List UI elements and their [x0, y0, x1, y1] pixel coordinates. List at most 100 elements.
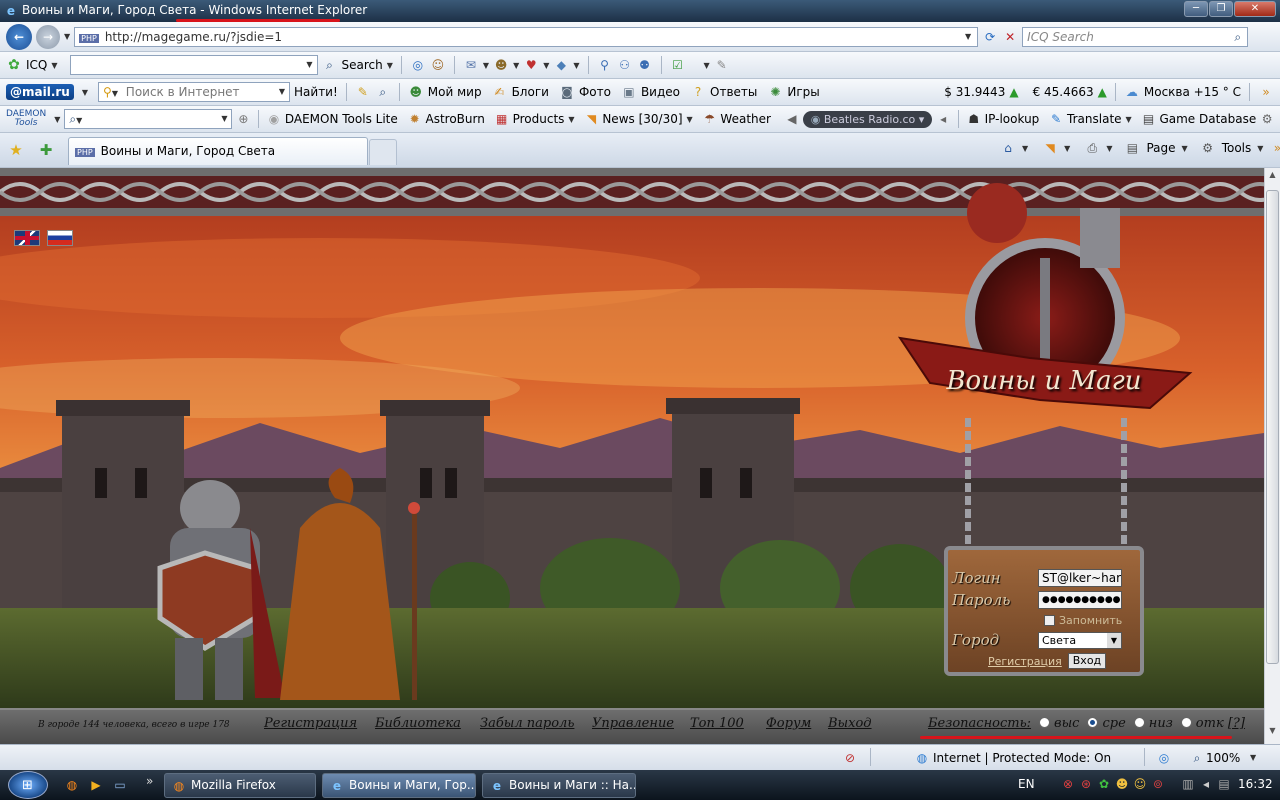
attach-icon[interactable]: ✎ [714, 57, 730, 73]
footer-link-forum[interactable]: Форум [766, 716, 811, 731]
icq-menu[interactable]: ICQ [26, 58, 47, 72]
firefox-quicklaunch-icon[interactable]: ◍ [64, 777, 80, 793]
mailru-link-moy-mir[interactable]: Мой мир [428, 85, 482, 99]
chevron-icon[interactable]: » [1269, 140, 1280, 156]
cards-icon[interactable]: ♥ [523, 57, 539, 73]
scroll-thumb[interactable] [1266, 190, 1279, 664]
chevron-icon[interactable]: » [1258, 84, 1274, 100]
vertical-scrollbar[interactable]: ▲ ▼ [1264, 168, 1280, 744]
security-radio-medium[interactable] [1087, 717, 1099, 728]
people-icon[interactable]: ☺ [430, 57, 446, 73]
footer-link-registration[interactable]: Регистрация [264, 716, 357, 731]
login-input[interactable]: ST@lker~har [1038, 569, 1122, 587]
tray-agent-icon[interactable]: ☻ [1114, 776, 1130, 792]
mailru-link-foto[interactable]: Фото [579, 85, 611, 99]
english-flag-icon[interactable] [14, 230, 40, 246]
forward-icon[interactable]: → [36, 24, 60, 49]
tray-daemon-icon[interactable]: ⊛ [1078, 776, 1094, 792]
mailru-link-otvety[interactable]: Ответы [710, 85, 757, 99]
zoom-level[interactable]: 100% [1206, 751, 1240, 765]
city-select[interactable]: Света ▼ [1038, 631, 1122, 649]
daemon-item-astroburn[interactable]: AstroBurn [426, 112, 485, 126]
russian-flag-icon[interactable] [47, 230, 73, 246]
weather-readout[interactable]: Москва +15 ° C [1144, 85, 1241, 99]
mailru-link-blogi[interactable]: Блоги [512, 85, 549, 99]
new-tab-button[interactable] [369, 139, 397, 165]
tools-menu[interactable]: Tools [1222, 141, 1252, 155]
home-icon[interactable]: ⌂ [1000, 140, 1016, 156]
tree-icon[interactable]: ⚲ [597, 57, 613, 73]
checklist-icon[interactable]: ☑ [670, 57, 686, 73]
history-dropdown-icon[interactable]: ▼ [64, 32, 70, 41]
tray-messenger-icon[interactable]: ☺ [1132, 776, 1148, 792]
footer-link-library[interactable]: Библиотека [375, 716, 461, 731]
page-menu[interactable]: Page [1146, 141, 1175, 155]
icq-dropdown-icon[interactable]: ▼ [51, 61, 57, 70]
mailru-logo[interactable]: @mail.ru [6, 84, 74, 100]
back-icon[interactable]: ← [6, 23, 32, 50]
password-input[interactable]: ●●●●●●●●●● [1038, 591, 1122, 609]
add-favorite-icon[interactable]: ✚ [38, 142, 54, 158]
register-link[interactable]: Регистрация [988, 655, 1062, 668]
security-zone[interactable]: Internet | Protected Mode: On [933, 751, 1111, 765]
daemon-item-weather[interactable]: Weather [720, 112, 771, 126]
tray-monitor-icon[interactable]: ▤ [1216, 776, 1232, 792]
scroll-up-icon[interactable]: ▲ [1266, 170, 1279, 184]
footer-link-top100[interactable]: Топ 100 [690, 716, 744, 731]
zoom-dropdown-icon[interactable]: ▼ [1250, 753, 1256, 762]
daemon-item-translate[interactable]: Translate [1067, 112, 1122, 126]
daemon-item-ip-lookup[interactable]: IP-lookup [985, 112, 1040, 126]
remember-checkbox[interactable] [1044, 614, 1055, 626]
tray-burn-icon[interactable]: ⊚ [1150, 776, 1166, 792]
games-icon[interactable]: ◆ [553, 57, 569, 73]
desktop-quicklaunch-icon[interactable]: ▭ [112, 777, 128, 793]
start-button[interactable]: ⊞ [8, 771, 48, 799]
print-icon[interactable]: ⎙ [1084, 140, 1100, 156]
volume-icon[interactable]: ◂ [936, 111, 950, 127]
minimize-button[interactable]: ─ [1184, 1, 1208, 17]
footer-link-exit[interactable]: Выход [828, 716, 872, 731]
daemon-search-go-icon[interactable]: ⊕ [236, 111, 250, 127]
language-indicator[interactable]: EN [1018, 777, 1035, 791]
footer-link-forgot-password[interactable]: Забыл пароль [480, 716, 574, 731]
tray-shield-icon[interactable]: ⊗ [1060, 776, 1076, 792]
wrench-icon[interactable]: ⚙ [1260, 111, 1274, 127]
icq-search-input[interactable]: ICQ Search ⌕ [1022, 26, 1249, 47]
refresh-icon[interactable]: ⟳ [982, 29, 998, 45]
search-icon[interactable]: ⌕ [1234, 28, 1241, 46]
tray-volume-icon[interactable]: ◂ [1198, 776, 1214, 792]
daemon-item-game-database[interactable]: Game Database [1159, 112, 1256, 126]
login-button[interactable]: Вход [1067, 653, 1107, 669]
url-field[interactable]: PHP http://magegame.ru/?jsdie=1 ▼ [74, 26, 979, 47]
network-icon[interactable]: ⚇ [617, 57, 633, 73]
mailru-search-input[interactable]: ⚲▼ Поиск в Интернет ▼ [98, 82, 291, 102]
icq-search-button[interactable]: Search [342, 58, 383, 72]
daemon-logo[interactable]: DAEMON Tools [6, 110, 46, 128]
taskbar-item-ie-2[interactable]: e Воины и Маги :: На... [482, 773, 636, 798]
compass-icon[interactable]: ◎ [410, 57, 426, 73]
contacts-icon[interactable]: ☻ [493, 57, 509, 73]
page-search-icon[interactable]: ⌕ [375, 84, 391, 100]
radio-station[interactable]: ◉ Beatles Radio.co ▾ [802, 110, 933, 128]
mailru-link-video[interactable]: Видео [641, 85, 680, 99]
url-dropdown-icon[interactable]: ▼ [965, 28, 971, 46]
close-button[interactable]: ✕ [1234, 1, 1276, 17]
daemon-search-input[interactable]: ⌕▼ ▼ [64, 109, 233, 129]
stop-icon[interactable]: ✕ [1002, 29, 1018, 45]
footer-link-controls[interactable]: Управление [592, 716, 674, 731]
feeds-icon[interactable]: ◥ [1042, 140, 1058, 156]
pencil-icon[interactable]: ✎ [355, 84, 371, 100]
popup-blocked-icon[interactable]: ⊘ [842, 750, 858, 766]
tab-active[interactable]: PHP Воины и Маги, Город Света [68, 137, 368, 165]
media-quicklaunch-icon[interactable]: ▶ [88, 777, 104, 793]
chat-icon[interactable]: ✉ [463, 57, 479, 73]
security-radio-low[interactable] [1133, 717, 1145, 728]
daemon-item-news[interactable]: News [30/30] [602, 112, 682, 126]
security-help-link[interactable]: [?] [1228, 716, 1245, 731]
scroll-down-icon[interactable]: ▼ [1266, 726, 1279, 740]
daemon-item-products[interactable]: Products [513, 112, 565, 126]
user-search-icon[interactable]: ⚉ [637, 57, 653, 73]
protected-mode-icon[interactable]: ◎ [1156, 750, 1172, 766]
tray-network-icon[interactable]: ▥ [1180, 776, 1196, 792]
taskbar-item-firefox[interactable]: ◍ Mozilla Firefox [164, 773, 316, 798]
